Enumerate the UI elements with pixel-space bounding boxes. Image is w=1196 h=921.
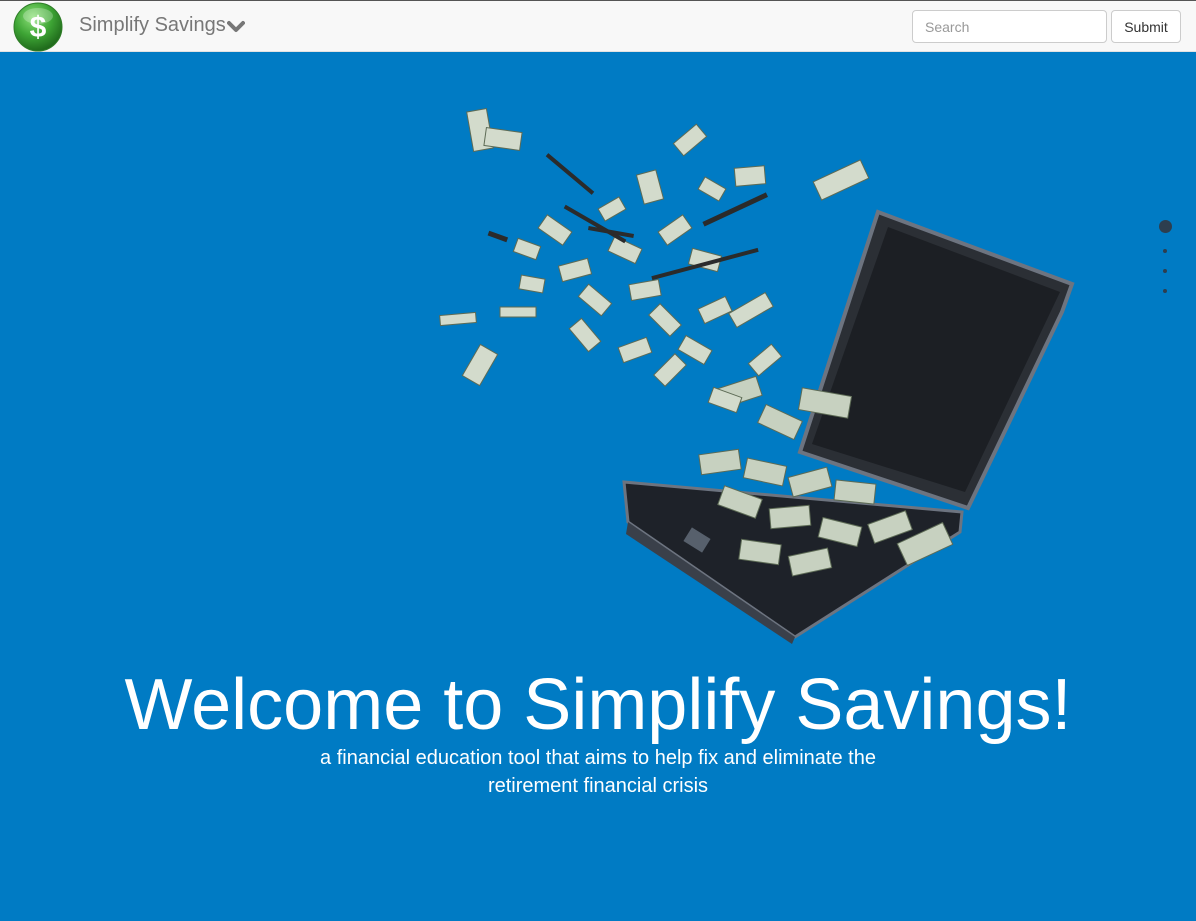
section-dot-2[interactable] bbox=[1163, 249, 1167, 253]
brand-name: Simplify Savings bbox=[79, 14, 226, 36]
section-dot-1[interactable] bbox=[1158, 220, 1172, 233]
brand-dropdown[interactable]: Simplify Savings bbox=[79, 14, 245, 37]
hero-headline: Welcome to Simplify Savings! bbox=[124, 665, 1072, 745]
search-input[interactable] bbox=[912, 10, 1107, 43]
section-dots-nav bbox=[1155, 220, 1175, 293]
hero-section: Welcome to Simplify Savings! a financial… bbox=[0, 52, 1196, 921]
section-dot-4[interactable] bbox=[1163, 289, 1167, 293]
svg-text:$: $ bbox=[30, 11, 47, 44]
navbar: $ Simplify Savings Submit bbox=[0, 0, 1196, 52]
section-dot-3[interactable] bbox=[1163, 269, 1167, 273]
briefcase-money-icon bbox=[439, 107, 1075, 644]
submit-button[interactable]: Submit bbox=[1111, 10, 1181, 43]
chevron-down-icon bbox=[226, 20, 245, 32]
dollar-coin-icon[interactable]: $ bbox=[13, 2, 63, 52]
hero-tagline: a financial education tool that aims to … bbox=[320, 747, 876, 797]
